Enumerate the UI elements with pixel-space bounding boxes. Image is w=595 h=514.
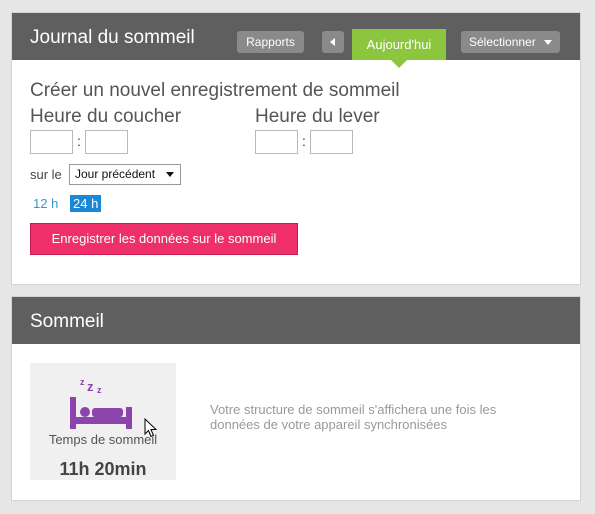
- bedtime-label: Heure du coucher: [30, 106, 182, 127]
- wake-hour-input[interactable]: [255, 130, 298, 154]
- format-24h-option[interactable]: 24 h: [70, 195, 102, 212]
- wake-minute-input[interactable]: [310, 130, 353, 154]
- sleep-journal-header: Journal du sommeil Rapports Aujourd'hui …: [12, 13, 580, 68]
- wake-time-label: Heure du lever: [255, 106, 380, 127]
- svg-text:z: z: [87, 379, 94, 394]
- svg-text:z: z: [80, 377, 85, 387]
- svg-text:z: z: [97, 385, 102, 395]
- sleep-time-value: 11h 20min: [59, 459, 147, 479]
- reports-button[interactable]: Rapports: [237, 31, 304, 53]
- select-dropdown-button[interactable]: Sélectionner: [461, 31, 560, 53]
- chevron-down-icon: [166, 172, 174, 177]
- day-select[interactable]: Jour précédent: [69, 164, 181, 185]
- wake-colon: :: [302, 133, 306, 149]
- sleep-header: Sommeil: [12, 297, 580, 344]
- previous-day-button[interactable]: [322, 31, 344, 53]
- sleep-journal-title: Journal du sommeil: [30, 27, 195, 48]
- format-12h-option[interactable]: 12 h: [33, 196, 58, 211]
- today-button[interactable]: Aujourd'hui: [352, 29, 446, 68]
- today-button-label: Aujourd'hui: [366, 37, 432, 52]
- chevron-down-icon: [544, 40, 552, 45]
- select-button-label: Sélectionner: [469, 35, 536, 49]
- save-sleep-data-button[interactable]: Enregistrer les données sur le sommeil: [30, 223, 298, 255]
- bed-icon: z z z: [70, 377, 132, 429]
- bedtime-minute-input[interactable]: [85, 130, 128, 154]
- on-day-label: sur le: [30, 167, 62, 182]
- bedtime-hour-input[interactable]: [30, 130, 73, 154]
- sleep-journal-panel: Journal du sommeil Rapports Aujourd'hui …: [11, 12, 581, 285]
- sleep-panel: Sommeil z z z Temps de sommeil 11h 20min…: [11, 296, 581, 501]
- create-record-heading: Créer un nouvel enregistrement de sommei…: [30, 80, 400, 101]
- sleep-title: Sommeil: [30, 311, 104, 332]
- today-pointer-icon: [391, 60, 407, 68]
- mouse-cursor-icon: [144, 418, 158, 438]
- arrow-left-icon: [330, 38, 335, 46]
- sync-message: Votre structure de sommeil s'affichera u…: [210, 402, 497, 432]
- day-select-value: Jour précédent: [75, 167, 156, 181]
- bedtime-colon: :: [77, 133, 81, 149]
